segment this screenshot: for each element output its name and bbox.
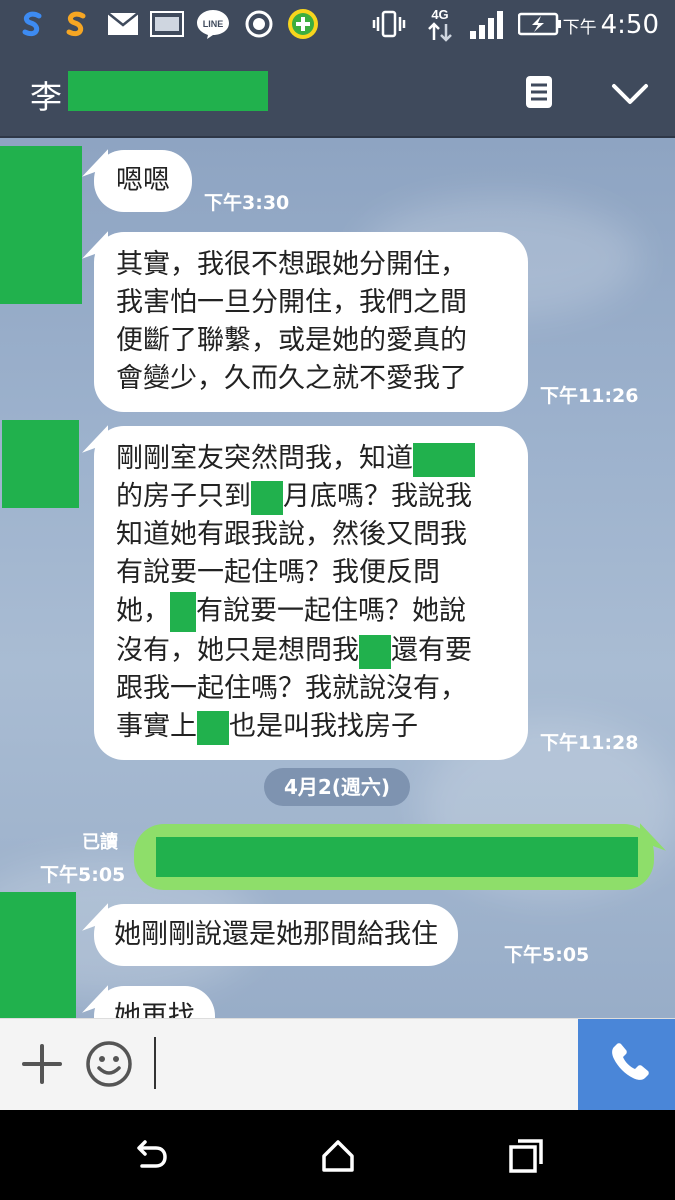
contact-name[interactable]: 李 xyxy=(30,72,62,118)
date-separator: 4月2(週六) xyxy=(264,768,410,806)
message-time: 下午11:26 xyxy=(540,385,639,407)
message-time: 下午5:05 xyxy=(40,864,126,886)
read-receipt: 已讀 xyxy=(82,832,118,853)
plus-icon[interactable] xyxy=(18,1039,66,1089)
s-browser-icon-orange xyxy=(60,8,94,40)
status-clock: 下午 4:50 xyxy=(562,10,659,40)
home-icon[interactable] xyxy=(318,1136,358,1176)
contact-name-redaction xyxy=(68,71,268,111)
redaction-block xyxy=(156,837,638,877)
call-button[interactable] xyxy=(578,1019,675,1111)
line-icon: LINE xyxy=(196,8,230,40)
notes-icon[interactable] xyxy=(520,72,560,112)
message-input-bar xyxy=(0,1018,675,1111)
message-bubble-outgoing[interactable] xyxy=(134,824,654,890)
s-browser-icon-blue xyxy=(16,8,50,40)
image-icon xyxy=(150,8,184,40)
record-icon xyxy=(242,8,276,40)
avatar[interactable] xyxy=(0,892,76,1018)
mail-icon xyxy=(106,8,140,40)
chevron-down-icon[interactable] xyxy=(608,74,652,114)
message-bubble[interactable]: 嗯嗯 xyxy=(94,150,192,212)
message-bubble[interactable]: 她再找 xyxy=(94,986,215,1018)
redaction-block xyxy=(170,592,196,632)
message-input-field[interactable] xyxy=(154,1037,156,1089)
vibrate-icon xyxy=(372,8,406,40)
status-bar: LINE 4G 下午 4:50 xyxy=(0,0,675,48)
signal-icon xyxy=(466,8,508,40)
redaction-block xyxy=(197,710,229,745)
plus-app-icon xyxy=(286,8,320,40)
message-time: 下午11:28 xyxy=(540,732,639,754)
svg-text:4G: 4G xyxy=(431,7,448,22)
message-time: 下午5:05 xyxy=(504,944,590,966)
emoji-icon[interactable] xyxy=(84,1039,134,1089)
svg-text:LINE: LINE xyxy=(203,19,224,29)
network-4g-icon: 4G xyxy=(420,7,460,42)
avatar[interactable] xyxy=(2,420,79,508)
phone-icon xyxy=(612,1043,649,1080)
redaction-block xyxy=(251,480,283,515)
redaction-block xyxy=(413,442,475,477)
avatar[interactable] xyxy=(0,146,82,304)
message-time: 下午3:30 xyxy=(204,192,290,214)
battery-charging-icon xyxy=(516,8,564,40)
message-bubble[interactable]: 她剛剛說還是她那間給我住 xyxy=(94,904,458,966)
recent-apps-icon[interactable] xyxy=(506,1136,546,1176)
system-navigation-bar xyxy=(0,1110,675,1200)
redaction-block xyxy=(359,634,391,669)
chat-header: 李 xyxy=(0,48,675,138)
back-icon[interactable] xyxy=(130,1136,170,1176)
message-bubble[interactable]: 剛剛室友突然問我，知道 的房子只到 月底嗎？我說我 知道她有跟我說，然後又問我 有… xyxy=(94,426,528,760)
message-bubble[interactable]: 其實，我很不想跟她分開住， 我害怕一旦分開住，我們之間 便斷了聯繫，或是她的愛真… xyxy=(94,232,528,412)
chat-area[interactable]: 嗯嗯 下午3:30 其實，我很不想跟她分開住， 我害怕一旦分開住，我們之間 便斷… xyxy=(0,138,675,1018)
